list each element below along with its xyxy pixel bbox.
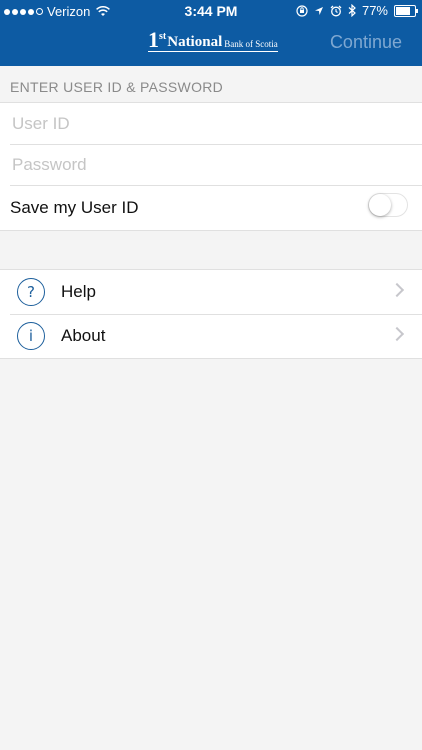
save-user-id-label: Save my User ID [10,197,139,217]
continue-button[interactable]: Continue [330,32,402,53]
battery-icon [394,4,418,17]
status-right: 77% [296,3,418,18]
login-form: Save my User ID [0,102,422,231]
menu-item-about[interactable]: i About [0,314,422,358]
menu-item-label: About [61,326,106,345]
app-header: Verizon 3:44 PM 77% 1 st National Bank o… [0,0,422,66]
chevron-right-icon [389,282,405,298]
chevron-right-icon [389,326,405,342]
menu-item-label: Help [61,282,96,301]
help-icon: ? [17,278,45,306]
user-id-row [0,103,422,144]
bluetooth-icon [348,4,356,17]
info-icon: i [17,322,45,350]
save-user-id-row: Save my User ID [0,185,422,230]
login-section-title: ENTER USER ID & PASSWORD [10,79,224,95]
password-row [0,144,422,185]
orientation-lock-icon [296,4,308,17]
menu-item-help[interactable]: ? Help [0,270,422,314]
status-bar: Verizon 3:44 PM 77% [0,0,422,22]
save-user-id-toggle[interactable] [368,193,408,217]
password-input[interactable] [10,153,394,176]
battery-percent: 77% [361,3,388,18]
alarm-icon [330,5,342,16]
user-id-input[interactable] [10,112,394,135]
menu-list: ? Help i About [0,269,422,359]
location-icon [314,6,323,15]
toggle-knob [369,194,391,216]
bank-logo: 1 st National Bank of Scotia [148,27,278,52]
